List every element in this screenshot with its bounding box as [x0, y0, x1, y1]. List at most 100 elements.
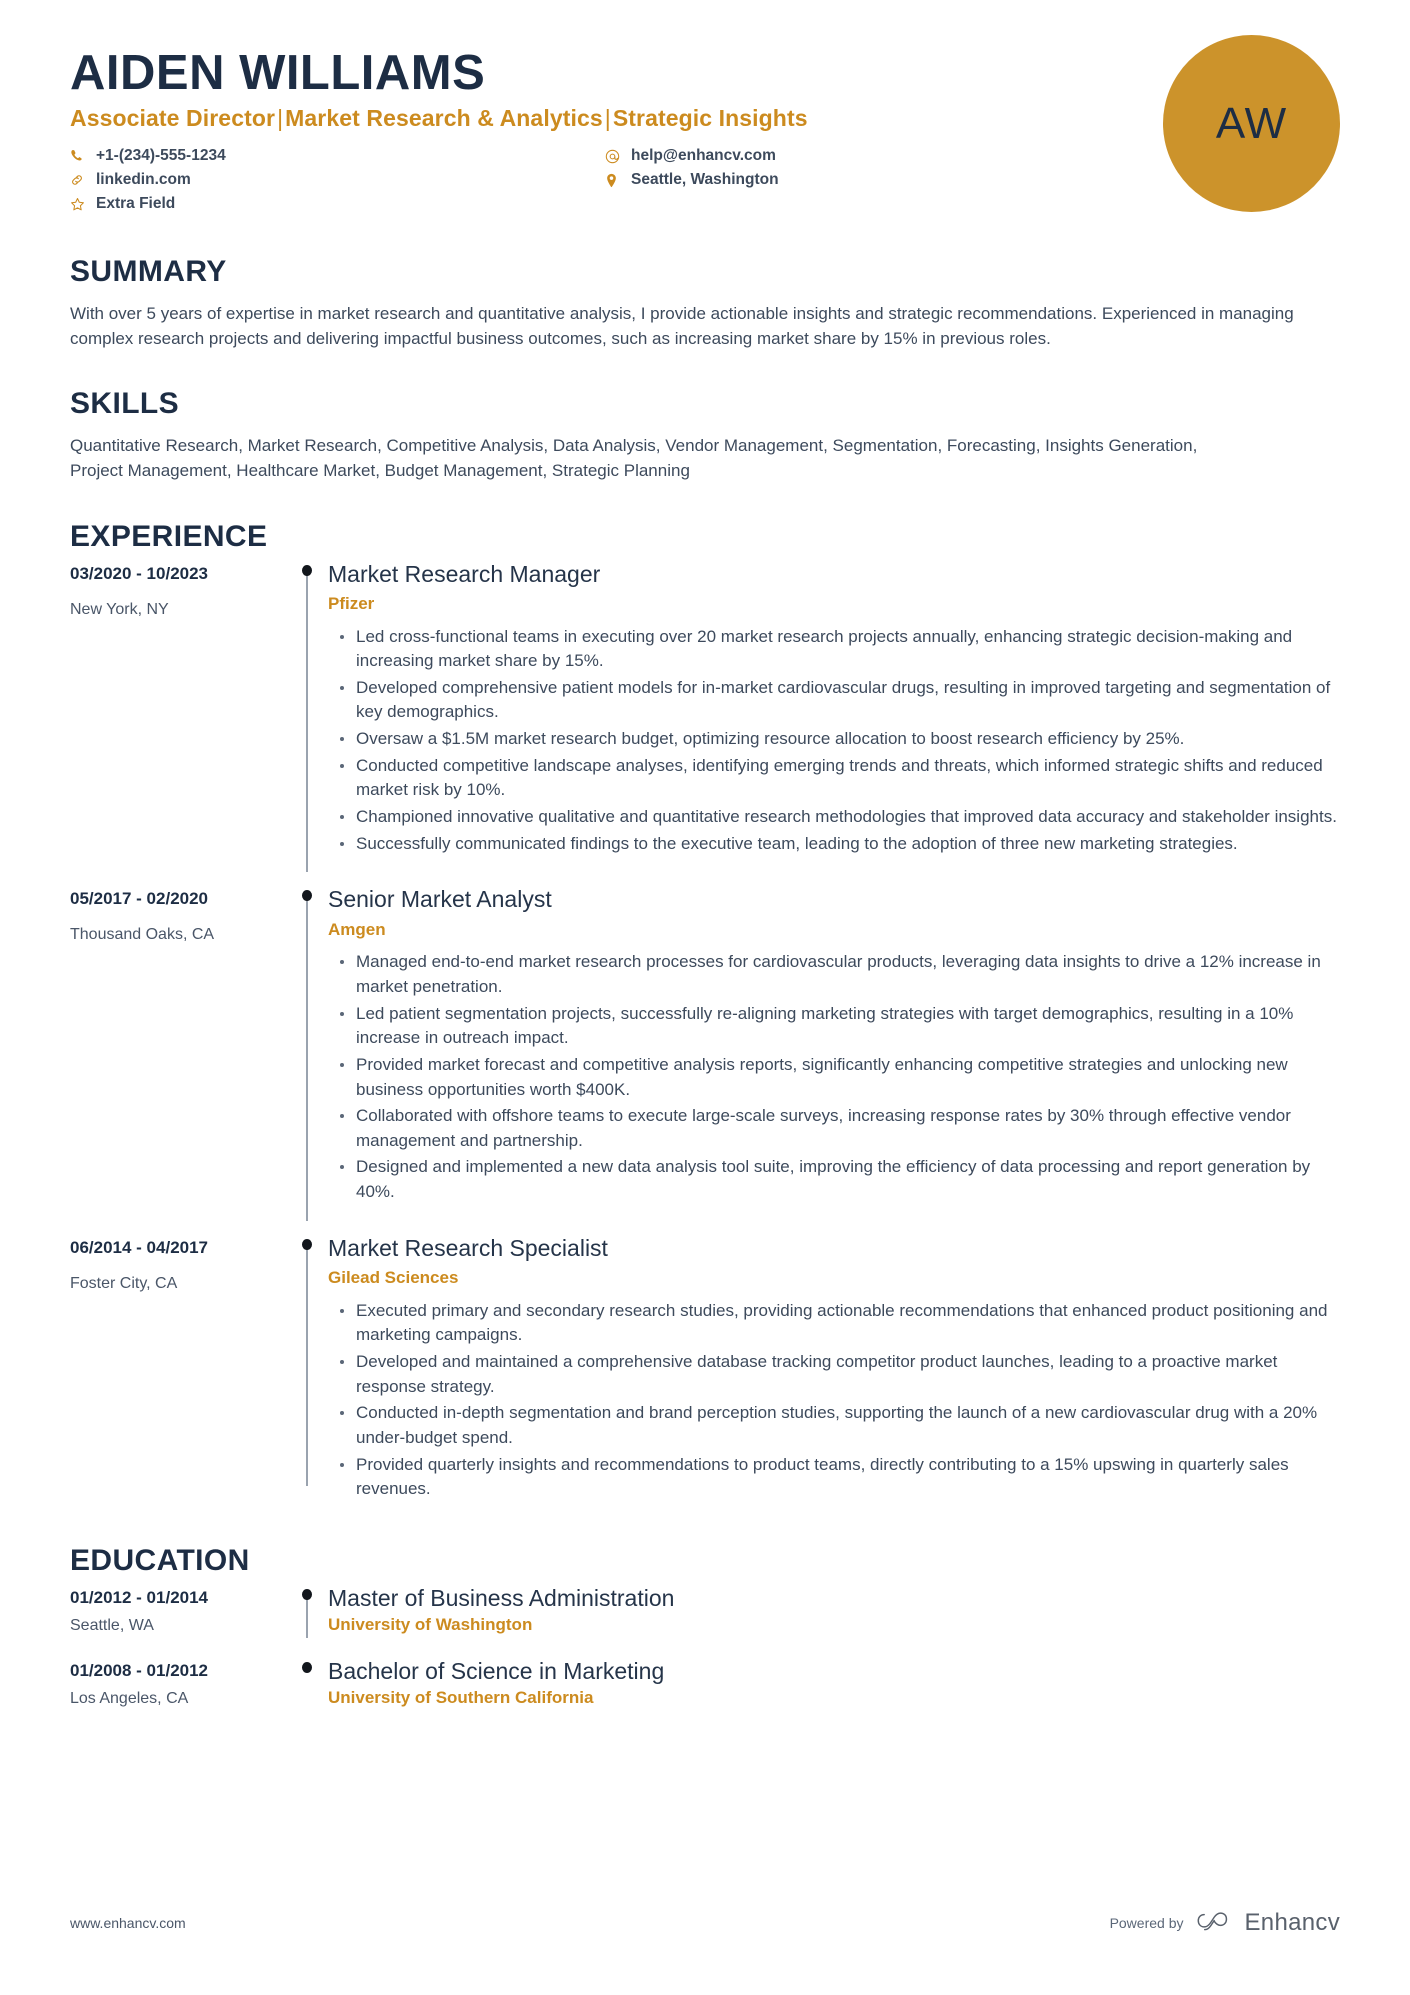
education-entry-org: University of Southern California: [328, 1688, 594, 1708]
timeline-line: [306, 894, 308, 1221]
contact-email[interactable]: help@enhancv.com: [605, 144, 910, 168]
footer-branding: Powered by Enhancv: [1110, 1908, 1340, 1937]
experience-entry-title: Senior Market Analyst: [328, 886, 552, 913]
timeline-line: [306, 1242, 308, 1486]
contact-extra-field[interactable]: Extra Field: [70, 192, 605, 216]
section-summary: SUMMARY With over 5 years of expertise i…: [70, 255, 1340, 351]
timeline-rail: [292, 1235, 328, 1514]
enhancv-brand: Enhancv: [1196, 1908, 1341, 1937]
email-icon: [605, 149, 625, 164]
experience-entry-date: 06/2014 - 04/2017: [70, 1237, 209, 1257]
headline-part-1: Associate Director: [70, 105, 276, 132]
bullet-item: Conducted in-depth segmentation and bran…: [340, 1401, 1340, 1450]
education-entry-location: Seattle, WA: [70, 1616, 154, 1634]
experience-entry-body: Market Research Specialist Gilead Scienc…: [328, 1235, 1340, 1514]
candidate-headline: Associate Director|Market Research & Ana…: [70, 105, 1340, 132]
education-entry-location: Los Angeles, CA: [70, 1689, 189, 1707]
timeline-line: [306, 568, 308, 873]
candidate-name: AIDEN WILLIAMS: [70, 46, 486, 100]
bullet-item: Developed and maintained a comprehensive…: [340, 1350, 1340, 1399]
location-icon: [605, 173, 625, 188]
headline-separator-1: |: [277, 105, 284, 132]
education-entry: 01/2012 - 01/2014 Seattle, WA Master of …: [70, 1585, 1340, 1644]
link-icon: [70, 173, 90, 187]
experience-entry-title: Market Research Manager: [328, 560, 601, 587]
section-title-experience: EXPERIENCE: [70, 519, 268, 553]
education-entry-org: University of Washington: [328, 1615, 533, 1635]
experience-entry-org: Amgen: [328, 919, 386, 939]
timeline-rail: [292, 561, 328, 873]
experience-entry-date: 05/2017 - 02/2020: [70, 889, 209, 909]
enhancv-brand-name: Enhancv: [1244, 1908, 1340, 1936]
resume-header: AIDEN WILLIAMS Associate Director|Market…: [70, 0, 1340, 223]
timeline-dot: [302, 1238, 312, 1250]
bullet-item: Executed primary and secondary research …: [340, 1299, 1340, 1348]
footer-website[interactable]: www.enhancv.com: [70, 1915, 186, 1931]
contact-extra-field-value: Extra Field: [96, 195, 176, 213]
experience-entry-location: New York, NY: [70, 600, 169, 618]
section-title-skills: SKILLS: [70, 387, 180, 421]
headline-part-3: Strategic Insights: [612, 105, 808, 132]
experience-entry-body: Senior Market Analyst Amgen Managed end-…: [328, 886, 1340, 1216]
education-entry-date: 01/2008 - 01/2012: [70, 1660, 209, 1680]
education-entry-meta: 01/2012 - 01/2014 Seattle, WA: [70, 1585, 292, 1644]
section-title-education: EDUCATION: [70, 1543, 250, 1577]
bullet-item: Designed and implemented a new data anal…: [340, 1155, 1340, 1204]
footer-powered-by-label: Powered by: [1109, 1914, 1184, 1931]
bullet-item: Conducted competitive landscape analyses…: [340, 754, 1340, 803]
skills-text: Quantitative Research, Market Research, …: [70, 436, 1198, 480]
contact-phone-value: +1-(234)-555-1234: [96, 147, 226, 165]
section-education: EDUCATION 01/2012 - 01/2014 Seattle, WA …: [70, 1544, 1340, 1717]
bullet-item: Developed comprehensive patient models f…: [340, 676, 1340, 725]
bullet-item: Provided quarterly insights and recommen…: [340, 1453, 1340, 1502]
avatar-initials: AW: [1215, 98, 1288, 148]
education-entry-title: Master of Business Administration: [328, 1584, 675, 1611]
bullet-item: Collaborated with offshore teams to exec…: [340, 1104, 1340, 1153]
contact-linkedin[interactable]: linkedin.com: [70, 168, 605, 192]
experience-entry-meta: 05/2017 - 02/2020 Thousand Oaks, CA: [70, 886, 292, 1216]
experience-entry-meta: 03/2020 - 10/2023 New York, NY: [70, 561, 292, 869]
headline-part-2: Market Research & Analytics: [285, 105, 603, 132]
timeline-rail: [292, 1658, 328, 1717]
timeline-rail: [292, 886, 328, 1221]
education-entry-date: 01/2012 - 01/2014: [70, 1587, 209, 1607]
avatar: AW: [1163, 35, 1340, 212]
bullet-item: Championed innovative qualitative and qu…: [340, 805, 1340, 830]
bullet-item: Successfully communicated findings to th…: [340, 832, 1340, 857]
contact-phone[interactable]: +1-(234)-555-1234: [70, 144, 605, 168]
bullet-item: Oversaw a $1.5M market research budget, …: [340, 727, 1340, 752]
bullet-item: Managed end-to-end market research proce…: [340, 950, 1340, 999]
contact-email-value: help@enhancv.com: [631, 147, 776, 165]
experience-entry-bullets: Led cross-functional teams in executing …: [328, 625, 1340, 857]
page-footer: www.enhancv.com Powered by Enhancv: [70, 1908, 1340, 1937]
experience-entry-bullets: Executed primary and secondary research …: [328, 1299, 1340, 1502]
education-entry-meta: 01/2008 - 01/2012 Los Angeles, CA: [70, 1658, 292, 1717]
bullet-item: Led patient segmentation projects, succe…: [340, 1002, 1340, 1051]
education-entry-body: Master of Business Administration Univer…: [328, 1585, 1340, 1644]
experience-entry-body: Market Research Manager Pfizer Led cross…: [328, 561, 1340, 869]
experience-entry-bullets: Managed end-to-end market research proce…: [328, 950, 1340, 1204]
experience-entry: 05/2017 - 02/2020 Thousand Oaks, CA Seni…: [70, 886, 1340, 1221]
experience-entry-org: Pfizer: [328, 594, 375, 614]
resume-page: AIDEN WILLIAMS Associate Director|Market…: [0, 0, 1410, 1995]
experience-entry-location: Thousand Oaks, CA: [70, 926, 215, 944]
timeline-dot: [302, 1588, 312, 1600]
timeline-dot: [302, 1661, 312, 1673]
headline-separator-2: |: [604, 105, 611, 132]
enhancv-logo-icon: [1196, 1908, 1236, 1937]
experience-entry-date: 03/2020 - 10/2023: [70, 563, 209, 583]
section-title-summary: SUMMARY: [70, 255, 227, 288]
experience-entry-location: Foster City, CA: [70, 1274, 178, 1292]
phone-icon: [70, 149, 90, 163]
section-skills: SKILLS Quantitative Research, Market Res…: [70, 387, 1340, 483]
contact-location[interactable]: Seattle, Washington: [605, 168, 910, 192]
experience-entry: 06/2014 - 04/2017 Foster City, CA Market…: [70, 1235, 1340, 1514]
star-icon: [70, 197, 90, 212]
education-entry-title: Bachelor of Science in Marketing: [328, 1657, 665, 1684]
timeline-dot: [302, 564, 312, 576]
bullet-item: Provided market forecast and competitive…: [340, 1053, 1340, 1102]
section-experience: EXPERIENCE 03/2020 - 10/2023 New York, N…: [70, 520, 1340, 1514]
education-entry-body: Bachelor of Science in Marketing Univers…: [328, 1658, 1340, 1717]
contact-details: +1-(234)-555-1234 help@enhancv.com linke…: [70, 144, 910, 216]
experience-entry: 03/2020 - 10/2023 New York, NY Market Re…: [70, 561, 1340, 873]
